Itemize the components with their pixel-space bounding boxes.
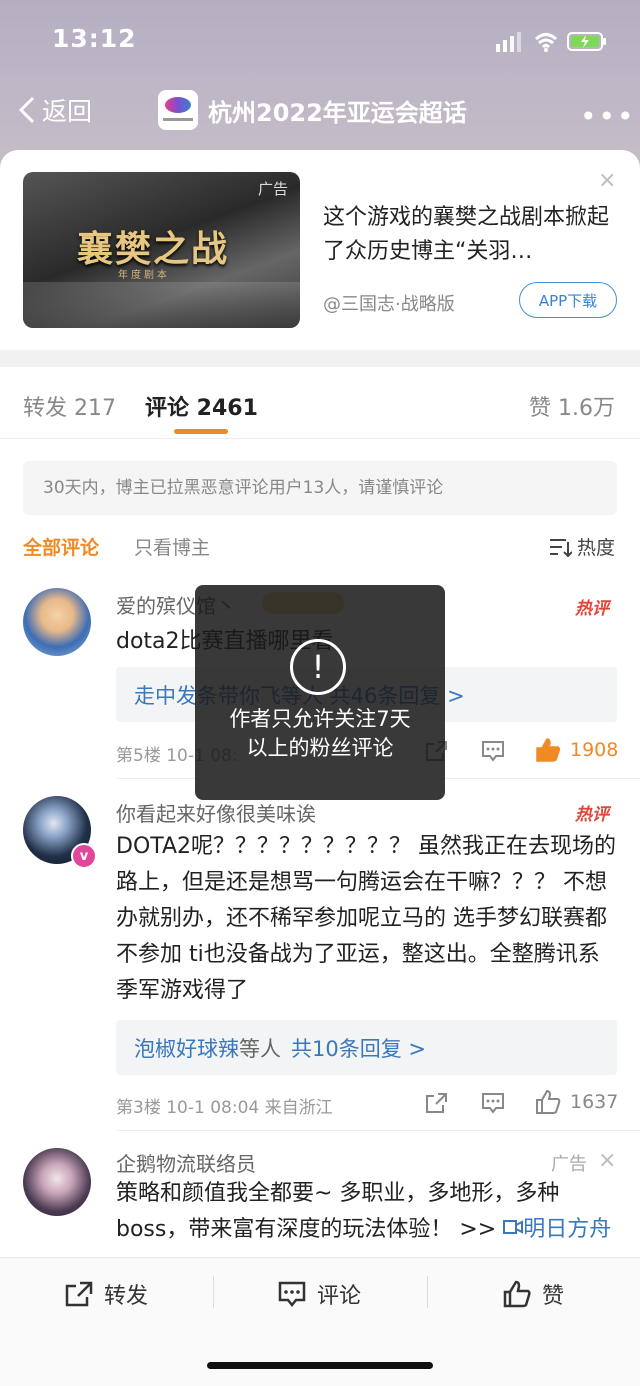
- like-button[interactable]: 1908: [534, 737, 618, 763]
- tab-repost[interactable]: 转发 217: [23, 390, 116, 422]
- comment-icon[interactable]: [480, 1091, 506, 1115]
- thumbs-up-icon: [503, 1280, 531, 1308]
- tab-likes[interactable]: 赞 1.6万: [529, 390, 615, 422]
- like-bottom-button[interactable]: 赞: [502, 1278, 564, 1310]
- status-time: 13:12: [52, 24, 137, 53]
- comment-text: 策略和颜值我全都要~ 多职业，多地形，多种boss，带来富有深度的玩法体验！ >…: [116, 1176, 620, 1250]
- active-tab-indicator: [174, 429, 228, 434]
- asian-games-logo: [158, 90, 198, 130]
- divider: [116, 1130, 640, 1131]
- divider: [427, 1276, 428, 1308]
- like-button[interactable]: 1637: [534, 1089, 618, 1115]
- page-title[interactable]: 杭州2022年亚运会超话: [158, 90, 467, 130]
- ad-image-subtitle: 年度剧本: [118, 270, 170, 281]
- more-icon[interactable]: •••: [580, 100, 636, 133]
- filter-all-comments[interactable]: 全部评论: [23, 533, 99, 560]
- repost-label: 转发: [104, 1284, 149, 1309]
- sort-label: 热度: [577, 537, 616, 559]
- back-label: 返回: [42, 97, 93, 126]
- chevron-left-icon: [18, 96, 35, 124]
- ad-text[interactable]: 这个游戏的襄樊之战剧本掀起了众历史博主“关羽…: [323, 201, 613, 269]
- repost-button[interactable]: 转发: [64, 1278, 148, 1310]
- comment-meta: 第3楼 10-1 08:04 来自浙江: [116, 1098, 333, 1118]
- close-icon[interactable]: ×: [598, 168, 616, 193]
- reply-user[interactable]: 泡椒好球辣: [134, 1033, 239, 1063]
- like-label: 赞: [542, 1284, 565, 1309]
- ad-source[interactable]: @三国志·战略版: [323, 290, 455, 316]
- back-button[interactable]: 返回: [18, 92, 92, 128]
- ad-comment-text: 策略和颜值我全都要~ 多职业，多地形，多种boss，带来富有深度的玩法体验！ >…: [116, 1181, 560, 1242]
- comment-button[interactable]: 评论: [277, 1278, 361, 1310]
- comment-icon: [278, 1281, 306, 1308]
- tab-comments[interactable]: 评论 2461: [145, 390, 258, 422]
- reply-count[interactable]: 共10条回复 >: [291, 1033, 426, 1063]
- share-icon[interactable]: [424, 1091, 450, 1115]
- thumbs-up-icon: [536, 1089, 561, 1114]
- hot-comment-badge: 热评: [575, 805, 609, 825]
- reply-summary[interactable]: 泡椒好球辣 等人 共10条回复 >: [116, 1020, 617, 1075]
- thumbs-up-icon: [536, 738, 561, 762]
- like-count: 1908: [570, 739, 619, 761]
- status-icons: [496, 32, 606, 52]
- ad-tag: 广告: [257, 180, 288, 198]
- filter-host-only[interactable]: 只看博主: [134, 533, 210, 560]
- comment-text: DOTA2呢？？？？？？？？？ 虽然我正在去现场的路上，但是还是想骂一句腾运会在…: [116, 834, 617, 1003]
- sort-button[interactable]: 热度: [548, 533, 615, 560]
- video-icon: [503, 1220, 524, 1234]
- ad-image[interactable]: 广告 襄樊之战 年度剧本: [23, 172, 300, 328]
- exclamation-icon: !: [290, 639, 346, 695]
- notice-banner: 30天内，博主已拉黑恶意评论用户13人，请谨慎评论: [23, 461, 617, 515]
- divider: [0, 350, 640, 367]
- close-icon[interactable]: ×: [598, 1148, 616, 1173]
- page-title-text: 杭州2022年亚运会超话: [208, 98, 467, 127]
- verified-icon: v: [71, 843, 97, 869]
- avatar[interactable]: [23, 1148, 91, 1216]
- comment-username[interactable]: 你看起来好像很美味诶: [116, 798, 316, 827]
- app-download-button[interactable]: APP下载: [519, 282, 617, 318]
- hot-comment-badge: 热评: [575, 599, 609, 619]
- divider: [0, 438, 640, 439]
- comment-icon[interactable]: [480, 739, 506, 763]
- ad-link[interactable]: 明日方舟: [503, 1217, 611, 1242]
- toast: ! 作者只允许关注7天以上的粉丝评论: [195, 585, 445, 800]
- avatar[interactable]: [23, 588, 91, 656]
- ad-tag: 广告: [551, 1154, 587, 1175]
- toast-message: 作者只允许关注7天以上的粉丝评论: [229, 707, 411, 760]
- sort-icon: [550, 538, 572, 557]
- ad-link-text: 明日方舟: [523, 1217, 612, 1242]
- share-icon: [65, 1281, 93, 1307]
- ad-image-title: 襄樊之战: [77, 228, 230, 270]
- home-indicator[interactable]: [207, 1362, 433, 1369]
- reply-mid: 等人: [239, 1036, 281, 1061]
- ad-image-ground: [23, 282, 300, 328]
- comment-label: 评论: [317, 1284, 362, 1309]
- divider: [213, 1276, 214, 1308]
- like-count: 1637: [570, 1091, 619, 1113]
- comment-username[interactable]: 企鹅物流联络员: [116, 1148, 256, 1177]
